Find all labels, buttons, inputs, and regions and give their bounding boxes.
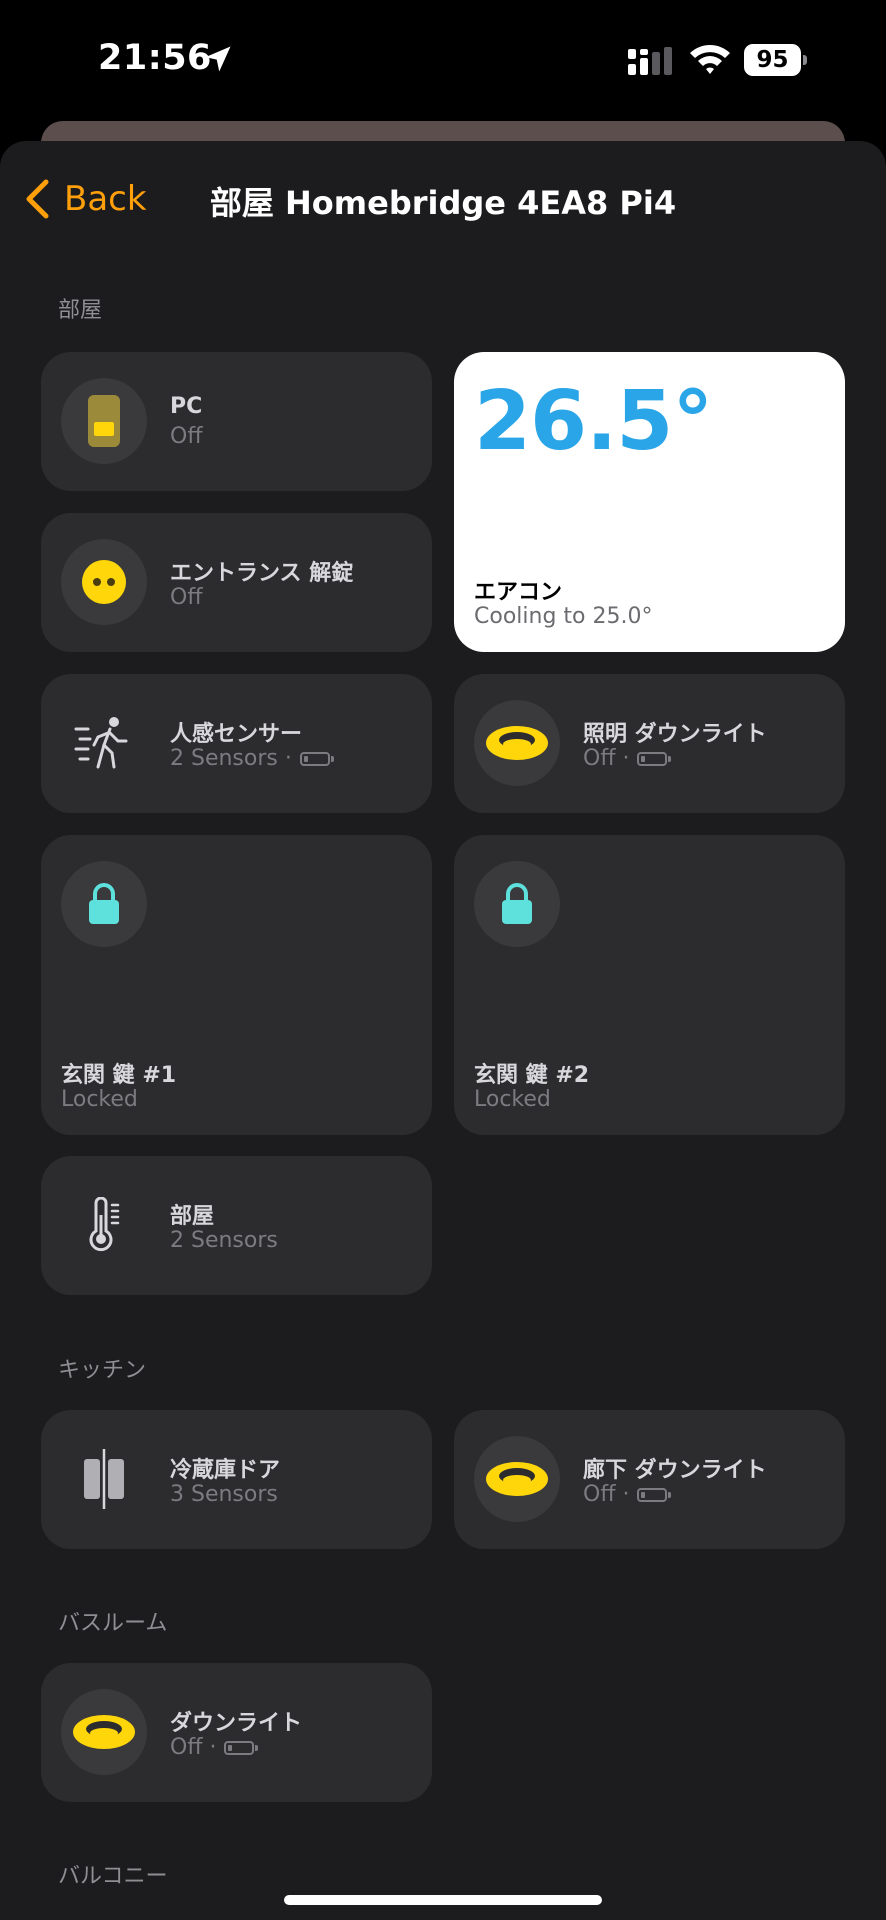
tile-icon-circle [474,861,560,947]
tile-name: 玄関 鍵 #2 [474,1063,590,1088]
battery-low-icon [637,751,672,766]
chevron-left-icon [26,179,49,219]
outlet-icon [88,395,120,447]
status-text: Locked [474,1087,551,1112]
tile-status: Off [170,585,202,610]
tile-icon [61,700,147,786]
tile-fridge-door[interactable]: 冷蔵庫ドア 3 Sensors [41,1410,432,1549]
tile-icon-circle [61,539,147,625]
tile-lock-1[interactable]: 玄関 鍵 #1 Locked [41,835,432,1135]
contact-sensor-icon [84,1449,124,1509]
downlight-icon [486,726,548,760]
tile-name: ダウンライト [170,1711,303,1736]
tile-status: Off [170,424,202,449]
status-text: Off · [170,1735,217,1760]
tile-status: Off · [583,746,672,771]
back-button[interactable]: Back [24,176,147,222]
battery-tip [803,55,807,65]
wifi-icon [690,45,730,74]
tile-lock-2[interactable]: 玄関 鍵 #2 Locked [454,835,845,1135]
tile-bath-downlight[interactable]: ダウンライト Off · [41,1663,432,1802]
tile-icon [61,1182,147,1268]
tile-icon-circle [61,861,147,947]
thermometer-icon [89,1197,120,1252]
tile-name: PC [170,394,203,419]
status-text: Locked [61,1087,138,1112]
home-indicator[interactable] [284,1895,602,1905]
tile-name: エアコン [474,580,563,605]
tile-status: Locked [61,1087,138,1112]
tile-entrance-unlock[interactable]: エントランス 解錠 Off [41,513,432,652]
location-arrow-icon [205,46,231,72]
tile-aircon[interactable]: 26.5° エアコン Cooling to 25.0° [454,352,845,652]
battery-level: 95 [744,44,801,76]
motion-person-icon [74,717,128,769]
section-header-bathroom: バスルーム [58,1611,168,1636]
status-text: Off [170,585,203,610]
current-temperature: 26.5° [474,374,713,469]
tile-status: 3 Sensors [170,1482,278,1507]
status-text: Off [170,424,203,449]
tile-room-sensors[interactable]: 部屋 2 Sensors [41,1156,432,1295]
tile-name: 冷蔵庫ドア [170,1458,281,1483]
tile-icon [61,1436,147,1522]
switch-face-icon [82,560,126,604]
battery-low-icon [637,1487,672,1502]
back-label: Back [64,179,147,219]
tile-name: 廊下 ダウンライト [583,1458,767,1483]
tile-name: 部屋 [170,1204,215,1229]
status-text: Cooling to 25.0° [474,604,653,629]
section-header-kitchen: キッチン [58,1358,147,1383]
tile-name: 玄関 鍵 #1 [61,1063,177,1088]
tile-hall-downlight[interactable]: 廊下 ダウンライト Off · [454,1410,845,1549]
tile-name: 照明 ダウンライト [583,722,767,747]
battery-low-icon [299,751,334,766]
lock-icon [502,883,532,924]
tile-status: 2 Sensors [170,1228,278,1253]
status-text: Off · [583,746,630,771]
status-bar: 21:56 95 [0,0,886,118]
status-text: Off · [583,1482,630,1507]
battery-indicator: 95 [744,44,808,76]
tile-icon-circle [474,1436,560,1522]
status-text: 2 Sensors [170,1228,278,1253]
tile-status: Cooling to 25.0° [474,604,652,629]
tile-status: Locked [474,1087,551,1112]
tile-name: 人感センサー [170,722,303,747]
downlight-icon [486,1462,548,1496]
cellular-signal-icon [628,47,672,75]
tile-motion-sensor[interactable]: 人感センサー 2 Sensors · [41,674,432,813]
tile-pc[interactable]: PC Off [41,352,432,491]
section-header-balcony: バルコニー [58,1864,168,1889]
status-text: 3 Sensors [170,1482,278,1507]
tile-icon-circle [61,378,147,464]
tile-light-downlight[interactable]: 照明 ダウンライト Off · [454,674,845,813]
status-text: 2 Sensors · [170,746,292,771]
battery-low-icon [224,1740,259,1755]
tile-status: 2 Sensors · [170,746,334,771]
downlight-icon [73,1715,135,1749]
status-time: 21:56 [98,38,212,78]
tile-icon-circle [61,1689,147,1775]
tile-icon-circle [474,700,560,786]
lock-icon [89,883,119,924]
tile-status: Off · [583,1482,672,1507]
tile-name: エントランス 解錠 [170,561,354,586]
tile-status: Off · [170,1735,259,1760]
section-header-room: 部屋 [58,298,103,323]
